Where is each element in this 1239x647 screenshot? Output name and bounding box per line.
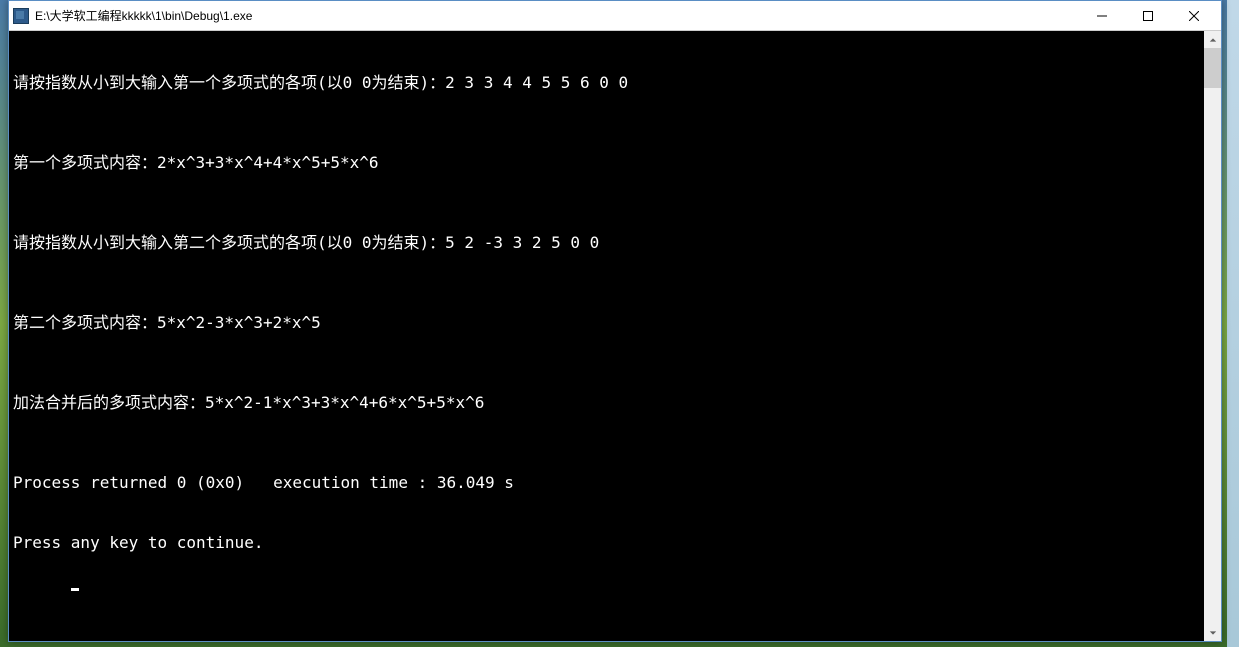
- window-controls: [1079, 1, 1217, 30]
- console-line: 第一个多项式内容：2*x^3+3*x^4+4*x^5+5*x^6: [13, 153, 1200, 173]
- console-line: 加法合并后的多项式内容：5*x^2-1*x^3+3*x^4+6*x^5+5*x^…: [13, 393, 1200, 413]
- console-line: 请按指数从小到大输入第二个多项式的各项(以0 0为结束)：5 2 -3 3 2 …: [13, 233, 1200, 253]
- chevron-down-icon: [1209, 629, 1217, 637]
- scroll-up-button[interactable]: [1204, 31, 1221, 48]
- maximize-button[interactable]: [1125, 1, 1171, 31]
- app-icon: [13, 8, 29, 24]
- text-cursor: [71, 588, 79, 591]
- minimize-button[interactable]: [1079, 1, 1125, 31]
- close-icon: [1189, 11, 1199, 21]
- minimize-icon: [1097, 11, 1107, 21]
- desktop-edge: [1227, 0, 1239, 647]
- close-button[interactable]: [1171, 1, 1217, 31]
- console-area: 请按指数从小到大输入第一个多项式的各项(以0 0为结束)：2 3 3 4 4 5…: [9, 31, 1221, 641]
- console-content[interactable]: 请按指数从小到大输入第一个多项式的各项(以0 0为结束)：2 3 3 4 4 5…: [9, 31, 1204, 641]
- console-line: 第二个多项式内容：5*x^2-3*x^3+2*x^5: [13, 313, 1200, 333]
- console-line: Press any key to continue.: [13, 533, 1200, 553]
- scroll-thumb[interactable]: [1204, 48, 1221, 88]
- console-line: 请按指数从小到大输入第一个多项式的各项(以0 0为结束)：2 3 3 4 4 5…: [13, 73, 1200, 93]
- window-title: E:\大学软工编程kkkkk\1\bin\Debug\1.exe: [35, 7, 1079, 24]
- chevron-up-icon: [1209, 36, 1217, 44]
- titlebar[interactable]: E:\大学软工编程kkkkk\1\bin\Debug\1.exe: [9, 1, 1221, 31]
- scroll-down-button[interactable]: [1204, 624, 1221, 641]
- console-window: E:\大学软工编程kkkkk\1\bin\Debug\1.exe 请按指数从小到…: [8, 0, 1222, 642]
- vertical-scrollbar[interactable]: [1204, 31, 1221, 641]
- maximize-icon: [1143, 11, 1153, 21]
- console-line: Process returned 0 (0x0) execution time …: [13, 473, 1200, 493]
